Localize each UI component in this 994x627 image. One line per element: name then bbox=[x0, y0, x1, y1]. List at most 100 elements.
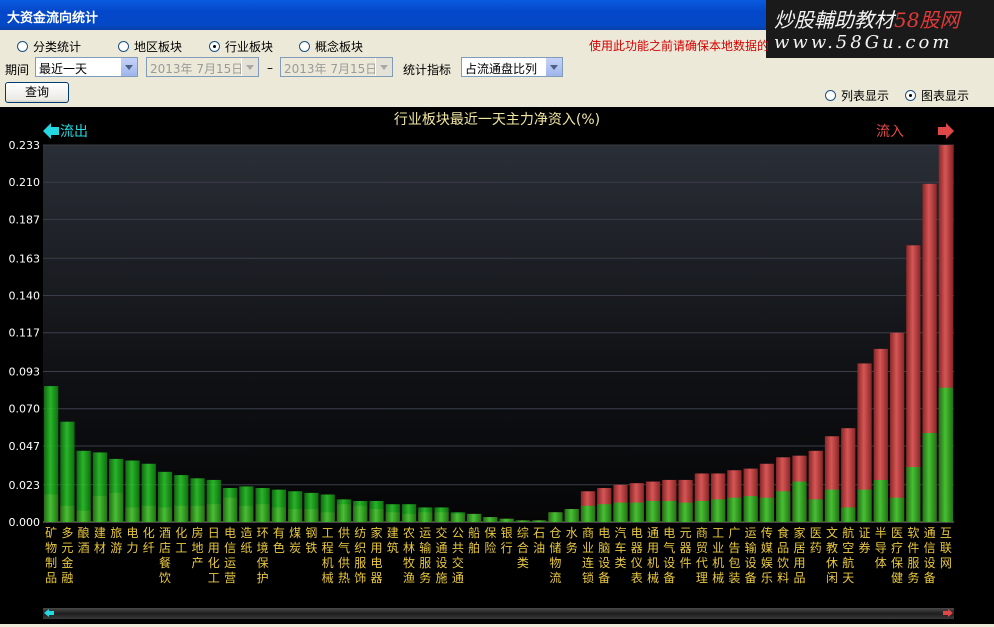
x-category-label: 综合类 bbox=[517, 526, 529, 570]
outflow-bar bbox=[727, 497, 742, 522]
bar-group bbox=[515, 520, 531, 522]
metric-label: 统计指标 bbox=[403, 63, 452, 77]
bar-group bbox=[353, 500, 368, 522]
watermark-text: 炒股輔助教材 bbox=[774, 8, 894, 32]
x-category-label: 运输服务 bbox=[419, 526, 431, 585]
outflow-bar bbox=[564, 509, 579, 522]
outflow-bar bbox=[694, 500, 709, 522]
outflow-bar bbox=[841, 507, 856, 522]
outflow-bar bbox=[873, 479, 888, 522]
y-tick-label: 0.140 bbox=[9, 289, 41, 302]
x-category-label: 建材 bbox=[94, 526, 106, 555]
bar-group bbox=[320, 494, 335, 522]
y-tick-label: 0.210 bbox=[9, 176, 41, 189]
x-category-label: 仓储物流 bbox=[549, 526, 561, 585]
outflow-bar bbox=[580, 505, 596, 522]
bar-group bbox=[125, 460, 140, 522]
outflow-bar bbox=[174, 475, 189, 522]
outflow-bar bbox=[60, 421, 75, 522]
x-category-label: 船舶 bbox=[468, 526, 480, 555]
bar-group bbox=[727, 470, 742, 522]
radio-button-icon[interactable] bbox=[905, 90, 916, 101]
outflow-bar bbox=[369, 500, 384, 522]
radio-button-icon[interactable] bbox=[17, 41, 28, 52]
radio-display-list[interactable]: 列表显示 bbox=[825, 87, 889, 104]
x-category-label: 证券 bbox=[859, 526, 871, 555]
bar-group bbox=[548, 512, 563, 522]
radio-category-region[interactable]: 地区板块 bbox=[118, 38, 182, 55]
x-category-label: 电信运营 bbox=[224, 526, 236, 585]
x-category-label: 互联网 bbox=[940, 526, 952, 570]
query-button[interactable]: 查询 bbox=[5, 82, 69, 103]
outflow-bar bbox=[222, 488, 238, 522]
bar-group bbox=[710, 473, 726, 522]
y-tick-label: 0.000 bbox=[9, 516, 41, 529]
x-category-label: 软件服务 bbox=[907, 526, 919, 585]
chevron-down-icon bbox=[375, 58, 392, 76]
period-select[interactable]: 最近一天 bbox=[35, 57, 138, 77]
x-category-label: 多元金融 bbox=[61, 526, 73, 585]
inflow-bar bbox=[889, 332, 905, 522]
bar-group bbox=[808, 450, 823, 522]
radio-button-icon[interactable] bbox=[209, 41, 220, 52]
outflow-bar bbox=[288, 491, 303, 522]
outflow-bar bbox=[190, 478, 205, 522]
chevron-down-icon[interactable] bbox=[120, 58, 137, 76]
radio-button-icon[interactable] bbox=[118, 41, 129, 52]
bar-group bbox=[60, 421, 75, 522]
radio-category-industry[interactable]: 行业板块 bbox=[209, 38, 273, 55]
bar-group bbox=[466, 513, 482, 522]
bar-group bbox=[434, 507, 449, 522]
x-category-label: 商业连锁 bbox=[582, 525, 594, 585]
bar-group bbox=[629, 483, 644, 522]
outflow-bar bbox=[336, 499, 352, 522]
radio-button-icon[interactable] bbox=[825, 90, 836, 101]
bar-group bbox=[499, 518, 514, 522]
horizontal-scrollbar[interactable] bbox=[43, 608, 954, 619]
x-category-label: 钢铁 bbox=[305, 526, 317, 555]
x-category-label: 家居用品 bbox=[793, 525, 805, 585]
watermark-url: www.58Gu.com bbox=[774, 32, 953, 53]
bar-group bbox=[873, 348, 888, 522]
bar-group bbox=[678, 479, 693, 522]
bar-group bbox=[44, 386, 59, 522]
radio-display-chart[interactable]: 图表显示 bbox=[905, 87, 969, 104]
bar-group bbox=[694, 473, 709, 522]
y-tick-label: 0.070 bbox=[9, 403, 41, 416]
radio-category-concept[interactable]: 概念板块 bbox=[299, 38, 363, 55]
outflow-bar bbox=[76, 450, 91, 522]
x-category-label: 运输设备 bbox=[745, 526, 757, 585]
x-category-label: 通信设备 bbox=[924, 526, 936, 585]
outflow-bar bbox=[320, 494, 335, 522]
y-tick-label: 0.047 bbox=[9, 440, 41, 453]
x-category-label: 通用机械 bbox=[647, 526, 659, 585]
outflow-bar bbox=[743, 496, 758, 522]
chart-title: 行业板块最近一天主力净资入(%) bbox=[394, 112, 600, 128]
bar-group bbox=[792, 455, 807, 522]
x-category-label: 有色 bbox=[273, 526, 285, 555]
outflow-arrow-icon bbox=[43, 123, 59, 139]
bar-group bbox=[824, 436, 840, 522]
bar-group bbox=[841, 428, 856, 522]
bar-group bbox=[255, 488, 270, 522]
x-category-label: 航空航天 bbox=[842, 525, 854, 585]
x-category-label: 广告包装 bbox=[728, 526, 740, 585]
outflow-bar bbox=[808, 499, 823, 522]
x-category-label: 酿酒 bbox=[78, 525, 90, 555]
outflow-bar bbox=[206, 479, 221, 522]
outflow-bar bbox=[678, 502, 693, 522]
x-category-label: 旅游 bbox=[110, 526, 122, 555]
x-category-label: 环境保护 bbox=[257, 526, 269, 585]
radio-category-classify[interactable]: 分类统计 bbox=[17, 38, 81, 55]
chevron-down-icon[interactable] bbox=[545, 58, 562, 76]
metric-select[interactable]: 占流通盘比列 bbox=[461, 57, 563, 77]
x-category-label: 供气供热 bbox=[338, 526, 350, 585]
bar-group bbox=[401, 504, 417, 522]
radio-button-icon[interactable] bbox=[299, 41, 310, 52]
bar-group bbox=[597, 488, 612, 522]
x-category-label: 房地产 bbox=[192, 525, 204, 570]
outflow-bar bbox=[109, 458, 124, 522]
outflow-bar bbox=[304, 492, 319, 522]
bar-group bbox=[157, 471, 173, 522]
bar-group bbox=[613, 484, 628, 522]
